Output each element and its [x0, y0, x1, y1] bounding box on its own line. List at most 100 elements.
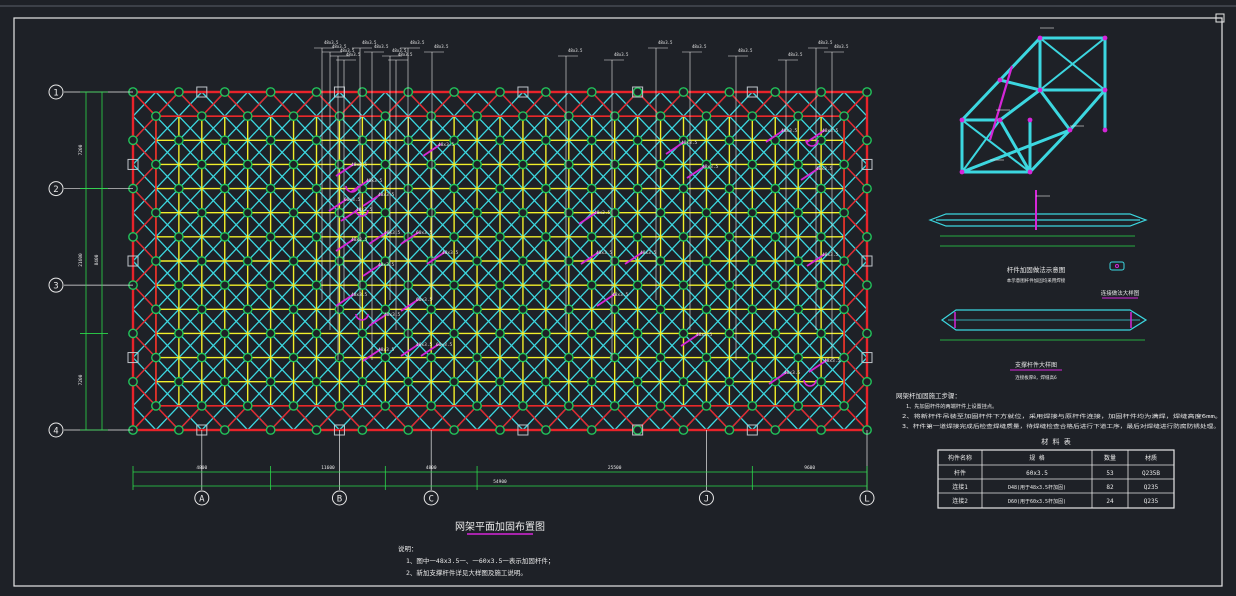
ball-node [724, 280, 735, 291]
ball-node [632, 280, 643, 291]
ball-node [839, 256, 849, 266]
member-tag: 48x3.5 [824, 358, 841, 364]
td-r3-qty: 24 [1106, 498, 1114, 505]
ball-node [380, 400, 391, 411]
ball-node [586, 425, 597, 435]
td-r1-name: 杆件 [954, 469, 966, 477]
ball-node [586, 87, 597, 97]
ball-node [586, 280, 597, 291]
ball-node [609, 400, 620, 411]
dim-total-label: 54900 [493, 479, 507, 485]
row-axis-label: 2 [53, 185, 58, 195]
member-tag: 48x3.5 [351, 292, 368, 298]
ball-node [747, 400, 758, 411]
ball-node [151, 159, 161, 170]
dim-bottom-label: 9600 [804, 465, 815, 471]
ball-node [380, 111, 391, 122]
leader-label: 48x3.5 [614, 52, 629, 57]
ball-node [816, 328, 827, 339]
ball-node [586, 328, 597, 339]
iso-node [1102, 127, 1108, 133]
ball-node [128, 328, 138, 339]
ball-node [151, 207, 161, 218]
td-r2-material: Q235 [1144, 484, 1159, 491]
ball-node [219, 328, 230, 339]
ball-node [151, 352, 161, 363]
ball-node [816, 87, 827, 97]
ball-node [540, 183, 551, 194]
ball-node [540, 376, 551, 387]
ball-node [495, 135, 505, 146]
ball-node [862, 231, 872, 242]
row-axis-label: 4 [53, 427, 58, 437]
ball-node [518, 256, 528, 266]
ball-node [563, 400, 574, 411]
leader-label: 48x3.5 [834, 44, 849, 49]
ball-node [793, 256, 804, 266]
ball-node [655, 111, 666, 122]
member-tag: 48x3.5 [596, 250, 613, 256]
ball-node [196, 111, 207, 122]
construction-heading: 网架杆加固施工步骤： [896, 391, 961, 400]
ball-node [862, 280, 872, 291]
ball-node [242, 111, 253, 122]
td-r1-spec: 60x3.5 [1026, 470, 1048, 477]
ball-node [678, 376, 689, 387]
ball-node [632, 231, 643, 242]
leader-label: 48x3.5 [658, 40, 673, 45]
detail-title-2: 连接做法大样图 [1101, 289, 1140, 297]
leader-label: 48x3.5 [788, 52, 803, 57]
ball-node [770, 425, 781, 435]
ball-node [472, 111, 482, 122]
member-tag: 48x3.5 [378, 262, 395, 268]
ball-node [586, 183, 597, 194]
dim-bottom-label: 11600 [321, 465, 335, 471]
member-tag: 48x3.5 [416, 342, 433, 348]
ball-node [724, 183, 735, 194]
th-qty: 数量 [1104, 454, 1116, 462]
ball-node [196, 400, 207, 411]
dim-bottom-label: 25500 [608, 465, 622, 471]
ball-node [862, 135, 872, 146]
drawing-canvas[interactable]: 48x3.5 48x3.5 48x3.5 60x3.5 48x3.5 48x3.5 48x3… [0, 0, 1236, 592]
ball-node [655, 352, 666, 363]
ball-node [449, 376, 460, 387]
member-tag: 48x3.5 [366, 178, 383, 184]
ball-node [495, 425, 505, 435]
member-tag: 48x3.5 [784, 370, 801, 376]
ball-node [242, 256, 253, 266]
ball-node [219, 135, 230, 146]
iso-node [1067, 127, 1073, 133]
ball-node [472, 400, 482, 411]
ball-node [495, 328, 505, 339]
ball-node [426, 159, 437, 170]
member-tag: 48x3.5 [822, 252, 839, 258]
ball-node [173, 280, 184, 291]
construction-item-3: 3、杆件第一道焊接完成后检查焊缝质量，待焊缝检查合格后进行下道工序，最后对焊缝进… [902, 422, 1220, 430]
ball-node [701, 400, 712, 411]
ball-node [357, 376, 368, 387]
leader-label: 48x3.5 [374, 44, 389, 49]
ball-node [426, 304, 437, 315]
iso-node [1027, 117, 1033, 123]
td-r3-spec: D60(用于60x3.5杆加固) [1008, 498, 1066, 505]
ball-node [655, 159, 666, 170]
ball-node [632, 135, 643, 146]
member-tag: 48x3.5 [681, 140, 698, 146]
notes-heading: 说明： [398, 544, 418, 553]
note-item-2: 2、新加支撑杆件详见大样图及施工说明。 [406, 568, 527, 577]
ball-node [563, 352, 574, 363]
ball-node [747, 304, 758, 315]
ball-node [747, 256, 758, 266]
ball-node [839, 207, 849, 218]
ball-node [839, 111, 849, 122]
iso-node [959, 169, 965, 175]
ball-node [449, 328, 460, 339]
member-tag: 48x3.5 [442, 250, 459, 256]
ball-node [540, 87, 551, 97]
member-tag: 48x3.5 [696, 332, 713, 338]
ball-node [311, 376, 322, 387]
ball-node [770, 183, 781, 194]
ball-node [311, 328, 322, 339]
ball-node [518, 159, 528, 170]
